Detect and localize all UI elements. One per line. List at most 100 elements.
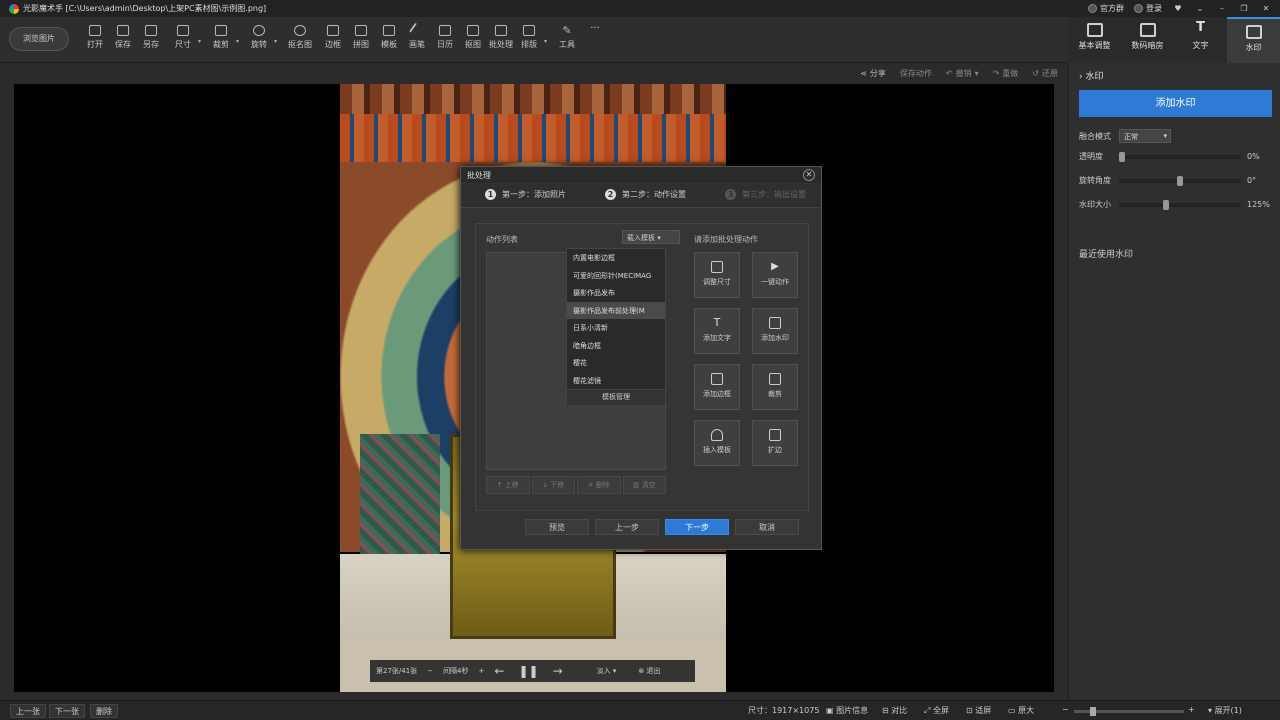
zoom-knob[interactable] xyxy=(1090,707,1096,716)
restore-button[interactable]: ❐ xyxy=(1238,4,1250,14)
menu-chevron-icon[interactable]: ⌄ xyxy=(1194,4,1206,14)
save-as-tool[interactable]: 另存 xyxy=(139,25,163,50)
rotate-tool[interactable]: 旋转 ▾ xyxy=(247,25,277,50)
move-down-button[interactable]: ↓ 下移 xyxy=(531,476,575,494)
template-item[interactable]: 樱花滤镜 xyxy=(567,372,665,390)
previous-step-button[interactable]: 上一步 xyxy=(595,519,659,535)
zoom-out-button[interactable]: − xyxy=(1062,705,1069,714)
slider-knob[interactable] xyxy=(1119,151,1125,162)
move-up-button[interactable]: ↑ 上移 xyxy=(486,476,530,494)
action-add-text-button[interactable]: T 添加文字 xyxy=(694,308,740,354)
exit-label: 退出 xyxy=(646,667,661,675)
official-group-link[interactable]: 官方群 xyxy=(1088,3,1124,14)
layout-tool[interactable]: 排版 ▾ xyxy=(517,25,547,50)
dropdown-icon: ▾ xyxy=(974,68,979,78)
prev-slide-icon[interactable]: ← xyxy=(494,664,504,678)
collage-tool[interactable]: 拼图 xyxy=(349,25,373,50)
minimize-button[interactable]: – xyxy=(1216,4,1228,14)
share-button[interactable]: ⋖ 分享 xyxy=(860,68,886,79)
login-link[interactable]: 登录 xyxy=(1134,3,1162,14)
cancel-button[interactable]: 取消 xyxy=(735,519,799,535)
next-step-button[interactable]: 下一步 xyxy=(665,519,729,535)
actual-size-button[interactable]: ▭ 原大 xyxy=(1008,705,1034,716)
rotation-slider[interactable] xyxy=(1119,175,1241,186)
move-down-label: 下移 xyxy=(550,481,565,489)
blend-mode-select[interactable]: 正常 ▾ xyxy=(1119,129,1171,143)
zoom-in-button[interactable]: + xyxy=(1188,705,1195,714)
tab-basic-adjust[interactable]: 基本调整 xyxy=(1068,17,1121,63)
close-window-button[interactable]: ✕ xyxy=(1260,4,1272,14)
image-info-button[interactable]: ▣ 图片信息 xyxy=(826,705,868,716)
template-icon xyxy=(711,429,723,441)
template-item[interactable]: 暗角边框 xyxy=(567,337,665,355)
delete-action-button[interactable]: ✕ 删除 xyxy=(577,476,621,494)
watermark-section-header[interactable]: › 水印 xyxy=(1079,69,1103,82)
opacity-slider[interactable] xyxy=(1119,151,1241,162)
pause-icon[interactable]: ❚❚ xyxy=(518,664,538,678)
resize-tool[interactable]: 尺寸 ▾ xyxy=(171,25,201,50)
action-insert-template-button[interactable]: 插入模板 xyxy=(694,420,740,466)
border-tool[interactable]: 边框 xyxy=(321,25,345,50)
action-crop-button[interactable]: 裁剪 xyxy=(752,364,798,410)
template-item[interactable]: 日系小清新 xyxy=(567,319,665,337)
template-item[interactable]: 内置电影边框 xyxy=(567,249,665,267)
fit-screen-button[interactable]: ⊡ 适屏 xyxy=(966,705,991,716)
interval-increase-button[interactable]: + xyxy=(479,667,485,675)
delete-image-button[interactable]: 删除 xyxy=(90,704,118,718)
template-item[interactable]: 樱花 xyxy=(567,354,665,372)
template-tool[interactable]: 模板 xyxy=(377,25,401,50)
save-action-button[interactable]: 保存动作 xyxy=(900,68,932,79)
action-add-watermark-button[interactable]: 添加水印 xyxy=(752,308,798,354)
tools-menu[interactable]: ✎ 工具 xyxy=(555,25,579,50)
calendar-label: 日历 xyxy=(437,40,453,49)
load-template-dropdown[interactable]: 载入模板 ▾ xyxy=(622,230,680,244)
blend-mode-value: 正常 xyxy=(1124,133,1138,141)
tab-watermark[interactable]: 水印 xyxy=(1227,17,1280,63)
action-add-border-button[interactable]: 添加边框 xyxy=(694,364,740,410)
crop-label: 裁剪 xyxy=(213,40,229,49)
zoom-slider[interactable] xyxy=(1074,707,1184,716)
cutout-tool[interactable]: 抠名图 xyxy=(288,25,312,50)
action-label: 添加水印 xyxy=(761,334,789,342)
interval-decrease-button[interactable]: − xyxy=(427,667,433,675)
batch-tool[interactable]: 批处理 xyxy=(489,25,513,50)
next-slide-icon[interactable]: → xyxy=(553,664,563,678)
brush-tool[interactable]: 画笔 xyxy=(405,22,429,50)
restore-button[interactable]: ↺ 还原 xyxy=(1032,68,1058,79)
action-one-click-button[interactable]: ▶ 一键动作 xyxy=(752,252,798,298)
browse-images-button[interactable]: 浏览图片 xyxy=(9,27,69,51)
action-expand-border-button[interactable]: 扩边 xyxy=(752,420,798,466)
template-item[interactable]: 摄影作品发布 xyxy=(567,284,665,302)
crop-tool[interactable]: 裁剪 ▾ xyxy=(209,25,239,50)
tab-darkroom[interactable]: 数码暗房 xyxy=(1121,17,1174,63)
undo-button[interactable]: ↶ 撤销 ▾ xyxy=(946,68,979,79)
matting-tool[interactable]: 抠图 xyxy=(461,25,485,50)
dialog-close-button[interactable]: ✕ xyxy=(803,169,815,181)
wrench-icon: ✎ xyxy=(562,24,572,37)
template-item-selected[interactable]: 摄影作品发布前处理(M xyxy=(567,301,665,319)
skin-icon[interactable]: ♥ xyxy=(1172,4,1184,14)
calendar-tool[interactable]: 日历 xyxy=(433,25,457,50)
save-tool[interactable]: 保存 xyxy=(111,25,135,50)
expand-filmstrip-button[interactable]: ▾ 展开(1) xyxy=(1208,705,1242,716)
template-item[interactable]: 可爱的回形针(MECIMAG xyxy=(567,267,665,285)
transition-select[interactable]: 淡入 ▾ xyxy=(597,666,617,676)
clear-actions-button[interactable]: ▥ 清空 xyxy=(622,476,666,494)
prev-image-button[interactable]: 上一张 xyxy=(10,704,46,718)
slider-knob[interactable] xyxy=(1177,175,1183,186)
fullscreen-button[interactable]: ⤢ 全屏 xyxy=(924,705,949,716)
exit-slideshow-button[interactable]: ⊗ 退出 xyxy=(638,666,660,676)
action-resize-button[interactable]: 调整尺寸 xyxy=(694,252,740,298)
next-image-button[interactable]: 下一张 xyxy=(49,704,85,718)
tab-text[interactable]: T 文字 xyxy=(1174,17,1227,63)
size-slider[interactable] xyxy=(1119,199,1241,210)
template-manage-button[interactable]: 模板管理 xyxy=(567,389,665,405)
step-label: 第二步：动作设置 xyxy=(622,190,686,199)
open-tool[interactable]: 打开 xyxy=(83,25,107,50)
add-watermark-button[interactable]: 添加水印 xyxy=(1079,90,1272,117)
preview-button[interactable]: 预览 xyxy=(525,519,589,535)
compare-button[interactable]: ⊟ 对比 xyxy=(882,705,907,716)
more-tools-button[interactable]: ··· xyxy=(583,23,607,34)
redo-button[interactable]: ↷ 重做 xyxy=(993,68,1019,79)
slider-knob[interactable] xyxy=(1163,199,1169,210)
